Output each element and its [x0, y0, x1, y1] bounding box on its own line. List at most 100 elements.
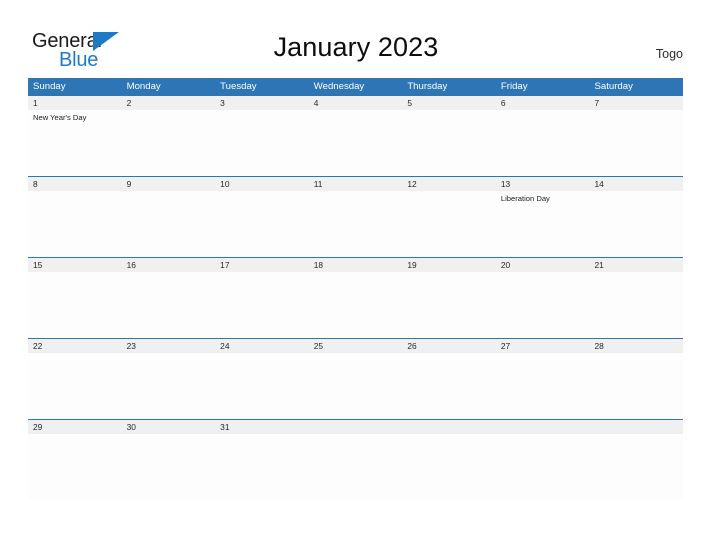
day-number[interactable]: 31 [215, 420, 309, 434]
day-cell[interactable] [496, 272, 590, 338]
calendar-week-row: 15 16 17 18 19 20 21 [28, 257, 683, 338]
weekday-header-row: Sunday Monday Tuesday Wednesday Thursday… [28, 78, 683, 96]
day-cell-empty [589, 434, 683, 500]
calendar-grid: Sunday Monday Tuesday Wednesday Thursday… [28, 78, 683, 500]
day-cell[interactable] [122, 353, 216, 419]
calendar-week-row: 8 9 10 11 12 13 14 Liberation Day [28, 176, 683, 257]
day-number[interactable]: 26 [402, 339, 496, 353]
weekday-header-monday: Monday [126, 81, 161, 92]
day-number[interactable]: 8 [28, 177, 122, 191]
day-cell[interactable] [589, 272, 683, 338]
day-number[interactable]: 28 [589, 339, 683, 353]
calendar-week-row: 29 30 31 [28, 419, 683, 500]
holiday-event-label: Liberation Day [500, 194, 550, 203]
day-cell-empty [402, 434, 496, 500]
day-number[interactable]: 5 [402, 96, 496, 110]
day-cell[interactable] [309, 191, 403, 257]
day-number[interactable]: 19 [402, 258, 496, 272]
day-number[interactable]: 30 [122, 420, 216, 434]
page-title: January 2023 [273, 32, 439, 62]
day-cell[interactable] [309, 110, 403, 176]
day-cell[interactable] [402, 272, 496, 338]
day-number[interactable]: 20 [496, 258, 590, 272]
day-number[interactable]: 13 [496, 177, 590, 191]
country-label: Togo [655, 47, 683, 61]
day-cell[interactable] [496, 353, 590, 419]
day-cell[interactable] [28, 272, 122, 338]
day-cell[interactable] [215, 272, 309, 338]
weekday-header-thursday: Thursday [407, 81, 448, 92]
weekday-header-sunday: Sunday [33, 81, 66, 92]
day-cell[interactable] [215, 353, 309, 419]
day-cell[interactable] [402, 353, 496, 419]
day-number[interactable]: 10 [215, 177, 309, 191]
day-number[interactable]: 3 [215, 96, 309, 110]
day-number[interactable]: 23 [122, 339, 216, 353]
week-day-number-row: 15 16 17 18 19 20 21 [28, 258, 683, 272]
day-cell[interactable] [215, 110, 309, 176]
day-number[interactable]: 25 [309, 339, 403, 353]
day-number[interactable]: 12 [402, 177, 496, 191]
week-event-row [28, 353, 683, 419]
day-cell[interactable] [309, 272, 403, 338]
day-number[interactable]: 18 [309, 258, 403, 272]
week-event-row: New Year's Day [28, 110, 683, 176]
day-number-empty [589, 420, 683, 434]
weekday-header-friday: Friday [500, 81, 528, 92]
calendar-week-row: 1 2 3 4 5 6 7 New Year's Day [28, 96, 683, 176]
day-cell[interactable] [402, 110, 496, 176]
day-cell-empty [496, 434, 590, 500]
day-cell[interactable] [122, 272, 216, 338]
day-number[interactable]: 15 [28, 258, 122, 272]
weekday-header-tuesday: Tuesday [220, 81, 257, 92]
week-day-number-row: 22 23 24 25 26 27 28 [28, 339, 683, 353]
day-number[interactable]: 4 [309, 96, 403, 110]
day-number[interactable]: 14 [589, 177, 683, 191]
day-number[interactable]: 9 [122, 177, 216, 191]
day-cell-empty [309, 434, 403, 500]
week-day-number-row: 29 30 31 [28, 420, 683, 434]
day-cell[interactable]: New Year's Day [28, 110, 122, 176]
day-number[interactable]: 17 [215, 258, 309, 272]
day-number-empty [309, 420, 403, 434]
calendar-week-row: 22 23 24 25 26 27 28 [28, 338, 683, 419]
weekday-header-wednesday: Wednesday [313, 81, 365, 92]
day-number[interactable]: 21 [589, 258, 683, 272]
day-cell[interactable] [589, 191, 683, 257]
week-day-number-row: 1234567 [28, 96, 683, 110]
day-cell[interactable] [28, 353, 122, 419]
day-cell[interactable] [28, 191, 122, 257]
day-number[interactable]: 11 [309, 177, 403, 191]
day-cell[interactable] [589, 110, 683, 176]
day-number[interactable]: 22 [28, 339, 122, 353]
day-number[interactable]: 27 [496, 339, 590, 353]
page-header: General Blue January 2023 Togo [0, 0, 712, 78]
day-number[interactable]: 2 [122, 96, 216, 110]
day-number-empty [402, 420, 496, 434]
day-cell[interactable] [402, 191, 496, 257]
day-number[interactable]: 6 [496, 96, 590, 110]
day-cell[interactable]: Liberation Day [496, 191, 590, 257]
day-number[interactable]: 16 [122, 258, 216, 272]
week-day-number-row: 8 9 10 11 12 13 14 [28, 177, 683, 191]
week-event-row [28, 434, 683, 500]
calendar-weeks: 1 2 3 4 5 6 7 New Year's Day 8 9 10 11 12 13 14 Liberat… [28, 96, 683, 500]
day-cell[interactable] [215, 191, 309, 257]
day-cell[interactable] [215, 434, 309, 500]
day-cell[interactable] [496, 110, 590, 176]
day-cell[interactable] [122, 191, 216, 257]
calendar-page: General Blue January 2023 Togo Sunday Mo… [0, 0, 712, 550]
day-cell[interactable] [28, 434, 122, 500]
day-cell[interactable] [589, 353, 683, 419]
day-number-empty [496, 420, 590, 434]
day-number[interactable]: 1 [28, 96, 122, 110]
day-cell[interactable] [122, 434, 216, 500]
holiday-event-label: New Year's Day [33, 113, 87, 122]
day-number[interactable]: 24 [215, 339, 309, 353]
week-event-row [28, 272, 683, 338]
day-number[interactable]: 7 [589, 96, 683, 110]
day-cell[interactable] [309, 353, 403, 419]
week-event-row: Liberation Day [28, 191, 683, 257]
day-cell[interactable] [122, 110, 216, 176]
day-number[interactable]: 29 [28, 420, 122, 434]
